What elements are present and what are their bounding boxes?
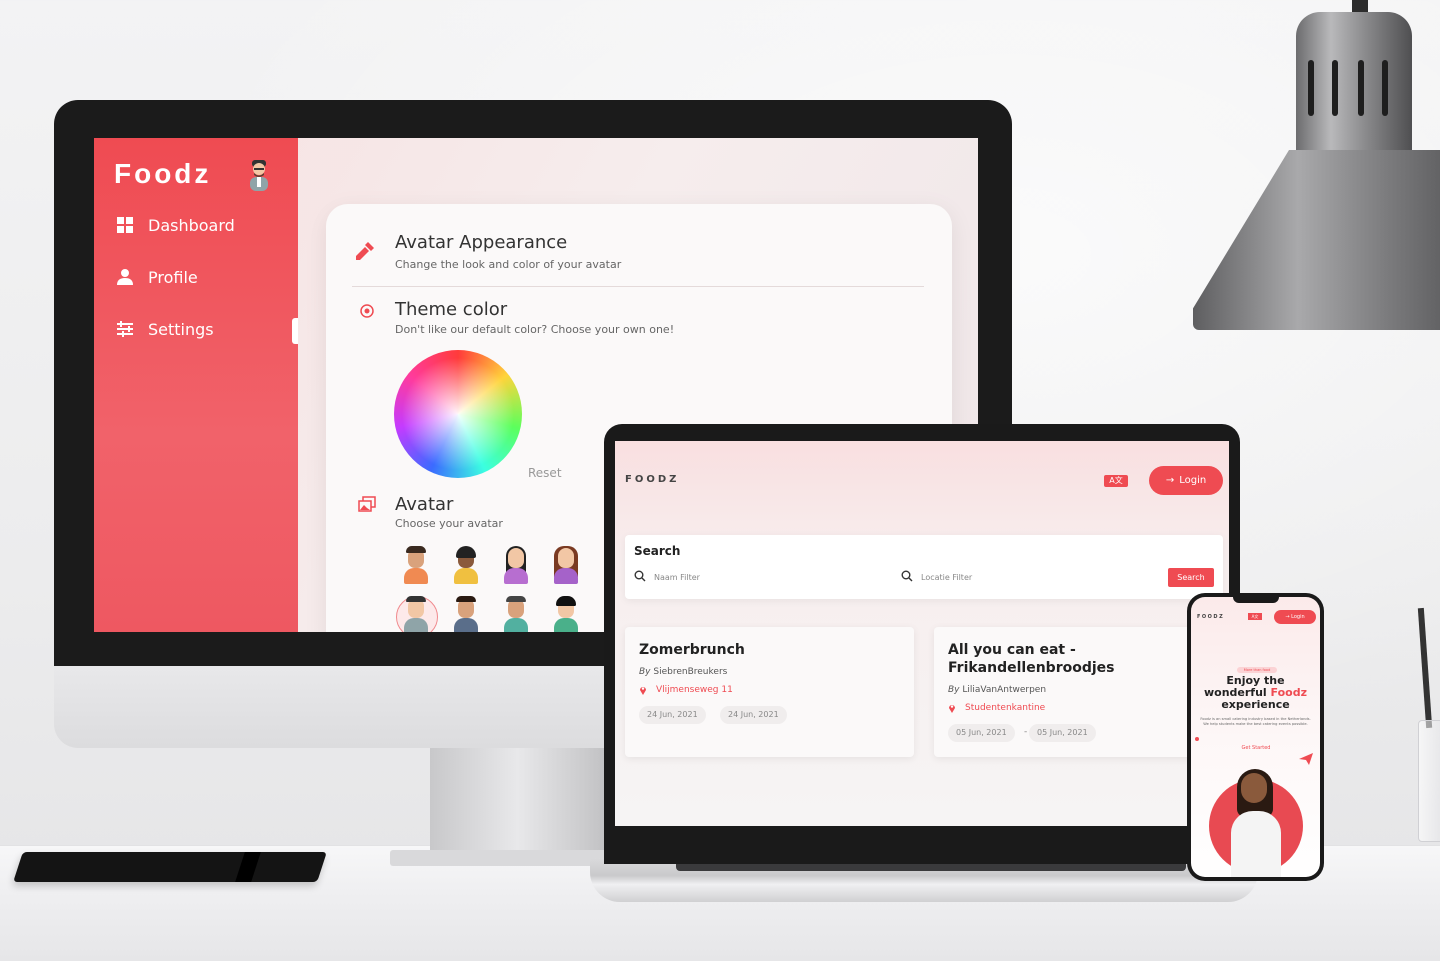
event-author-name: LiliaVanAntwerpen: [962, 685, 1047, 695]
event-card[interactable]: Zomerbrunch By SiebrenBreukers Vlijmense…: [625, 627, 914, 757]
phone-language-button[interactable]: A文: [1248, 613, 1262, 620]
avatar-option-6[interactable]: [452, 596, 480, 632]
event-author: By SiebrenBreukers: [639, 667, 727, 677]
location-filter-input[interactable]: Locatie Filter: [921, 573, 972, 582]
active-tab-indicator: [292, 318, 298, 344]
color-wheel[interactable]: [394, 350, 522, 478]
event-title: Zomerbrunch: [639, 642, 745, 658]
app-brand[interactable]: Foodz: [114, 158, 211, 190]
name-filter-input[interactable]: Naam Filter: [654, 573, 700, 582]
login-icon: →: [1165, 475, 1175, 486]
nav-item-settings[interactable]: Settings: [116, 316, 214, 342]
dashboard-icon: [117, 217, 133, 233]
avatar-title: Avatar: [395, 494, 454, 515]
laptop-screen: FOODZ A文 → Login Search Naam Filter Loca…: [615, 441, 1229, 826]
avatar-option-3[interactable]: [502, 546, 530, 586]
nav-label-dashboard: Dashboard: [148, 215, 235, 235]
paper-plane-icon: [1299, 753, 1313, 765]
event-end-date: 24 Jun, 2021: [720, 706, 787, 724]
avatar-subtitle: Choose your avatar: [395, 517, 503, 530]
pagination-dot: [1195, 737, 1199, 741]
hero-person-body: [1231, 811, 1281, 877]
section-divider: [352, 286, 924, 287]
event-title: All you can eat - Frikandellenbroodjes: [948, 642, 1115, 676]
hero-headline: Enjoy the wonderful Foodz experience: [1197, 675, 1314, 711]
reset-button[interactable]: Reset: [528, 466, 562, 480]
avatar-option-2[interactable]: [452, 546, 480, 586]
event-start-date: 05 Jun, 2021: [948, 724, 1015, 742]
event-location: Studentenkantine: [965, 703, 1046, 713]
avatar-option-4[interactable]: [552, 546, 580, 586]
images-icon: [358, 496, 376, 512]
nav-label-settings: Settings: [148, 319, 214, 339]
search-card: Search Naam Filter Locatie Filter Search: [625, 535, 1223, 599]
search-title: Search: [634, 544, 681, 558]
sliders-icon: [117, 321, 133, 337]
sidebar: Foodz Dashboard Profile Settings: [94, 138, 298, 632]
imac-base: [390, 850, 620, 866]
search-icon: [901, 570, 913, 582]
eyedropper-icon: [356, 242, 374, 260]
hero-description: Foodz is an small catering industry base…: [1200, 717, 1311, 726]
login-button[interactable]: → Login: [1149, 466, 1223, 495]
phone-notch: [1233, 597, 1279, 603]
event-location: Vlijmenseweg 11: [656, 685, 733, 695]
hero-tag: More than food: [1237, 667, 1277, 673]
theme-title: Theme color: [395, 299, 508, 320]
event-start-date: 24 Jun, 2021: [639, 706, 706, 724]
appearance-subtitle: Change the look and color of your avatar: [395, 258, 622, 271]
hero-headline-line3: experience: [1221, 698, 1290, 711]
theme-subtitle: Don't like our default color? Choose you…: [395, 323, 675, 336]
phone-login-button[interactable]: → Login: [1274, 610, 1316, 624]
glass: [1418, 720, 1440, 842]
language-button[interactable]: A文: [1104, 475, 1128, 487]
location-pin-icon: [640, 687, 646, 695]
laptop-brand[interactable]: FOODZ: [625, 474, 679, 485]
phone-login-label: Login: [1291, 614, 1305, 620]
date-separator: -: [1024, 727, 1028, 737]
event-author-name: SiebrenBreukers: [653, 667, 728, 677]
event-card[interactable]: All you can eat - Frikandellenbroodjes B…: [934, 627, 1229, 757]
search-button[interactable]: Search: [1168, 568, 1214, 587]
avatar-option-8[interactable]: [552, 596, 580, 632]
avatar-option-5[interactable]: [402, 596, 430, 632]
event-author-prefix: By: [639, 667, 651, 677]
notebook: [13, 852, 327, 882]
phone-brand[interactable]: FOODZ: [1197, 614, 1224, 620]
avatar-option-1[interactable]: [402, 546, 430, 586]
event-end-date: 05 Jun, 2021: [1029, 724, 1096, 742]
event-author-prefix: By: [948, 685, 960, 695]
appearance-title: Avatar Appearance: [395, 232, 568, 253]
nav-label-profile: Profile: [148, 267, 198, 287]
user-avatar-icon[interactable]: [248, 158, 270, 192]
avatar-option-7[interactable]: [502, 596, 530, 632]
login-label: Login: [1179, 475, 1207, 486]
target-icon: [360, 304, 374, 318]
imac-stand: [430, 745, 605, 865]
user-icon: [117, 269, 133, 285]
phone-screen: FOODZ A文 → Login More than food Enjoy th…: [1191, 597, 1320, 877]
hero-person-face: [1241, 773, 1267, 803]
location-pin-icon: [949, 705, 955, 713]
nav-item-profile[interactable]: Profile: [116, 264, 198, 290]
nav-item-dashboard[interactable]: Dashboard: [116, 212, 235, 238]
search-icon: [634, 570, 646, 582]
event-author: By LiliaVanAntwerpen: [948, 685, 1046, 695]
get-started-button[interactable]: Get Started: [1231, 745, 1281, 751]
lamp-neck: [1296, 12, 1412, 158]
